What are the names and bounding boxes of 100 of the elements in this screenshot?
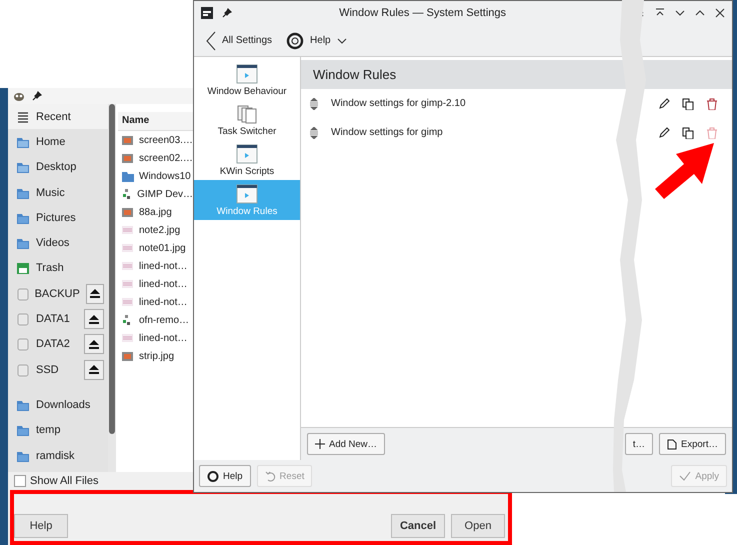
folder-icon <box>16 160 30 174</box>
sidebar-item[interactable]: Window Behaviour <box>194 60 300 100</box>
footer-button[interactable]: t… <box>624 433 654 455</box>
eject-button[interactable] <box>84 334 104 354</box>
close-icon[interactable] <box>714 7 726 19</box>
place-label: Recent <box>36 110 72 123</box>
back-button[interactable]: All Settings <box>204 28 274 52</box>
window-title: Window Rules — System Settings <box>338 7 507 19</box>
place-item[interactable]: DATA1 <box>8 306 108 332</box>
place-label: temp <box>36 424 62 436</box>
undo-icon <box>264 470 276 482</box>
place-item[interactable]: Videos <box>8 230 108 256</box>
place-label: Music <box>36 186 66 199</box>
sidebar-item[interactable]: Task Switcher <box>194 100 300 140</box>
dialog-button[interactable]: Cancel <box>391 514 445 538</box>
image-icon <box>122 152 134 164</box>
eject-icon <box>89 314 99 324</box>
eject-icon <box>89 340 99 349</box>
drive-icon <box>16 312 30 326</box>
caret-icon <box>336 36 347 44</box>
bottom-button[interactable]: Help <box>199 465 251 487</box>
pencil-icon[interactable] <box>658 126 670 138</box>
place-item[interactable]: Home <box>8 129 108 155</box>
eject-button[interactable] <box>84 309 104 330</box>
image-icon <box>122 206 134 218</box>
file-name[interactable]: note01.jpg <box>139 242 186 254</box>
place-item[interactable]: Recent <box>8 104 108 130</box>
place-item[interactable]: Trash <box>8 256 108 282</box>
scrollbar-thumb[interactable] <box>109 104 115 434</box>
place-item[interactable]: BACKUP <box>8 281 108 306</box>
place-label: Trash <box>36 262 65 274</box>
window-icon[interactable] <box>200 6 214 20</box>
place-item[interactable]: Desktop <box>8 154 108 180</box>
scrollbar[interactable] <box>108 104 116 472</box>
rule-name[interactable]: Window settings for gimp <box>331 127 443 138</box>
plus-icon <box>315 439 325 449</box>
checkbox[interactable] <box>14 475 26 487</box>
place-item[interactable]: SSD <box>8 356 108 382</box>
image-icon <box>122 134 134 146</box>
place-item[interactable]: DATA2 <box>8 332 108 357</box>
help-button[interactable]: Help <box>14 514 68 538</box>
pin-icon[interactable] <box>222 8 232 18</box>
column-header[interactable]: Name <box>118 112 193 131</box>
file-name[interactable]: screen03.… <box>139 134 193 146</box>
eject-icon <box>89 365 99 374</box>
file-name[interactable]: Windows10 <box>139 170 191 182</box>
trash-icon[interactable] <box>706 98 718 110</box>
place-label: Downloads <box>36 398 92 411</box>
place-label: Videos <box>36 237 70 250</box>
place-label: ramdisk <box>36 450 76 462</box>
place-label: Pictures <box>36 212 77 224</box>
eject-button[interactable] <box>84 360 104 380</box>
file-name[interactable]: ofn-remo… <box>139 314 190 326</box>
eject-icon <box>90 289 100 298</box>
place-label: SSD <box>36 364 60 376</box>
rule-name[interactable]: Window settings for gimp-2.10 <box>331 98 466 109</box>
place-item[interactable]: temp <box>8 418 108 443</box>
copy-icon[interactable] <box>682 126 694 138</box>
help-menu-button[interactable]: Help <box>284 30 349 52</box>
menu-icon <box>16 110 30 124</box>
window-icon <box>236 184 258 204</box>
place-item[interactable]: Pictures <box>8 205 108 230</box>
footer-button[interactable]: Export… <box>659 433 726 455</box>
check-icon <box>679 471 692 481</box>
arrow-annotation <box>652 142 716 200</box>
file-name[interactable]: screen02.… <box>139 152 193 164</box>
file-name[interactable]: note2.jpg <box>139 224 180 236</box>
drag-handle-icon[interactable] <box>309 98 319 110</box>
sidebar-item[interactable]: KWin Scripts <box>194 140 300 180</box>
pages-icon <box>236 104 258 124</box>
bin-icon <box>16 261 30 276</box>
place-label: Home <box>36 136 66 148</box>
copy-icon[interactable] <box>682 98 694 110</box>
window-icon <box>236 64 258 84</box>
eject-button[interactable] <box>86 284 104 304</box>
dialog-button[interactable]: Open <box>451 514 505 538</box>
sidebar-label: KWin Scripts <box>220 166 274 176</box>
window-icon <box>236 144 258 164</box>
image-icon <box>122 350 134 362</box>
place-label: DATA2 <box>36 338 71 350</box>
footer-button[interactable]: Add New… <box>307 433 386 455</box>
pin-icon[interactable] <box>32 91 42 101</box>
file-name[interactable]: GIMP Dev… <box>137 188 193 200</box>
file-name[interactable]: lined-not… <box>139 260 188 272</box>
place-item[interactable]: ramdisk <box>8 442 108 468</box>
place-item[interactable]: Downloads <box>8 392 108 418</box>
lifebuoy-icon <box>286 32 304 50</box>
place-label: BACKUP <box>34 288 80 300</box>
folder-icon <box>16 423 30 438</box>
file-name[interactable]: lined-not… <box>139 278 188 290</box>
file-name[interactable]: lined-not… <box>139 296 188 308</box>
file-name[interactable]: strip.jpg <box>139 350 174 362</box>
back-icon <box>206 30 216 50</box>
place-label: DATA1 <box>36 313 71 326</box>
drag-handle-icon[interactable] <box>309 126 319 138</box>
place-item[interactable]: Music <box>8 180 108 206</box>
sidebar-label: Window Behaviour <box>207 86 287 96</box>
file-name[interactable]: 88a.jpg <box>139 206 172 218</box>
file-name[interactable]: lined-not… <box>139 332 188 344</box>
pencil-icon[interactable] <box>658 98 670 110</box>
